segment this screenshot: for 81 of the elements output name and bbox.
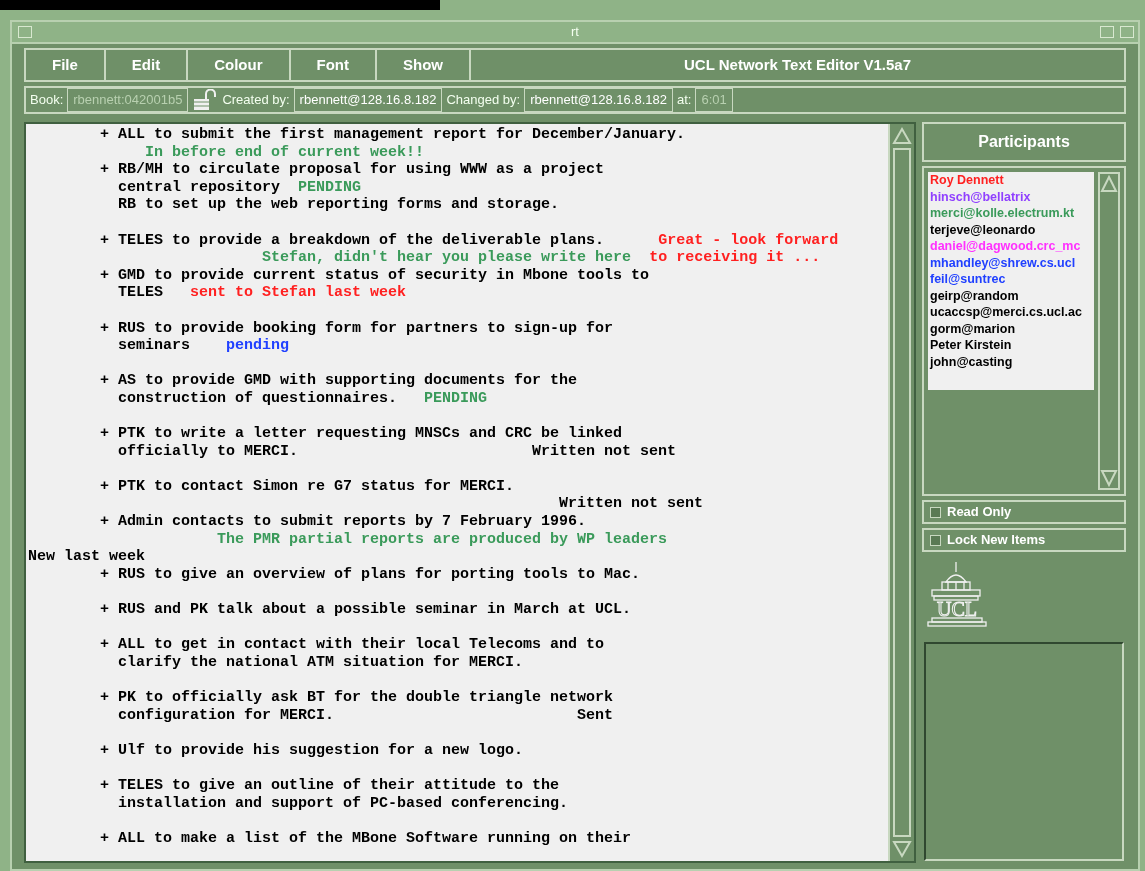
text-field: rbennett:042001b5 — [67, 88, 189, 112]
field-label: Changed by: — [446, 91, 521, 110]
text-line: + RUS and PK talk about a possible seminar in March at UCL. — [100, 601, 632, 619]
text-line: + RB/MH to circulate proposal for using WWW as a project — [100, 161, 605, 179]
text-line: + RUS to give an overview of plans for porting tools to Mac. — [100, 565, 641, 583]
scroll-thumb[interactable] — [893, 148, 911, 837]
checkbox-label: Read Only — [947, 503, 1012, 522]
text-field[interactable]: rbennett@128.16.8.182 — [293, 88, 443, 112]
field-label: Book: — [30, 91, 64, 110]
participant-name[interactable]: john@casting — [928, 353, 1094, 370]
text-line: + PK to officially ask BT for the double triangle network — [100, 689, 614, 706]
scroll-up-icon[interactable] — [1100, 174, 1118, 194]
field-label: Created by: — [222, 91, 290, 110]
text-field[interactable]: rbennett@128.16.8.182 — [524, 88, 673, 112]
text-line: central repository — [118, 178, 281, 196]
text-line: clarify the national ATM situation for MERCI. — [118, 653, 524, 671]
text-line: + PTK to contact Simon re G7 status for MERCI. — [100, 477, 515, 495]
participant-name[interactable]: feil@suntrec — [928, 271, 1094, 288]
scroll-up-icon[interactable] — [892, 126, 912, 146]
scrollbar[interactable] — [1098, 172, 1120, 490]
menu-item[interactable]: Font — [290, 50, 377, 80]
text-editor[interactable] — [24, 122, 916, 863]
text-line: Stefan, didn't hear you please write here — [262, 249, 632, 267]
participant-name[interactable]: hinsch@bellatrix — [928, 188, 1094, 205]
text-line: PENDING — [424, 389, 488, 407]
checkbox[interactable] — [930, 506, 941, 518]
text-line: The PMR partial reports are produced by WP leaders — [217, 530, 668, 548]
text-line: New last week — [28, 548, 146, 566]
text-line: + PTK to write a letter requesting MNSCs and CRC be linked — [100, 425, 623, 443]
menu-item[interactable]: Edit — [105, 50, 189, 80]
text-line: PENDING — [298, 178, 362, 196]
participant-name[interactable]: ucaccsp@merci.cs.ucl.ac — [928, 304, 1094, 321]
participants-heading: Participants — [922, 122, 1126, 162]
text-line: In before end of current week!! — [145, 143, 425, 161]
text-field: 6:01 — [695, 88, 733, 112]
checkbox-label: Lock New Items — [947, 531, 1046, 550]
text-line: construction of questionnaires. — [118, 389, 398, 407]
participant-name[interactable]: terjeve@leonardo — [928, 221, 1094, 238]
text-line: sent to Stefan last week — [190, 284, 407, 302]
text-line: Great - look forward — [658, 231, 839, 249]
ucl-logo: UCL — [926, 560, 990, 632]
field-label: at: — [676, 91, 692, 110]
text-line: officially to MERCI. Written not sent — [118, 442, 677, 460]
scroll-down-icon[interactable] — [892, 839, 912, 859]
window-title: rt — [571, 23, 579, 42]
scrollbar[interactable] — [888, 124, 914, 861]
participant-name[interactable]: Roy Dennett — [928, 172, 1094, 189]
text-line: + TELES to give an outline of their attitude to the — [100, 776, 560, 794]
menu-item[interactable]: Colour — [188, 50, 291, 80]
menu-item[interactable]: File — [26, 50, 106, 80]
text-line: Written not sent — [559, 495, 704, 513]
scroll-down-icon[interactable] — [1100, 468, 1118, 488]
participant-name[interactable]: merci@kolle.electrum.kt — [928, 205, 1094, 222]
text-line: + Ulf to provide his suggestion for a new logo. — [100, 741, 524, 759]
text-line: seminars — [118, 337, 191, 355]
app-title: UCL Network Text Editor V1.5a7 — [684, 54, 911, 75]
text-line: TELES — [118, 284, 164, 302]
text-line: pending — [226, 337, 290, 355]
text-line: + GMD to provide current status of security in Mbone tools to — [100, 266, 650, 284]
participant-name[interactable]: geirp@random — [928, 287, 1094, 304]
window-menu-button[interactable] — [18, 26, 32, 38]
text-line: installation and support of PC-based conferencing. — [118, 794, 569, 812]
participant-name[interactable]: daniel@dagwood.crc_mc — [928, 238, 1094, 255]
text-line: + RUS to provide booking form for partners to sign-up for — [100, 319, 614, 337]
text-line: + ALL to submit the first management report for December/January. — [100, 126, 686, 143]
text-line: RB to set up the web reporting forms and storage. — [118, 196, 560, 214]
text-line: + AS to provide GMD with supporting documents for the — [100, 372, 578, 390]
text-line: + Admin contacts to submit reports by 7 February 1996. — [100, 513, 587, 531]
participant-name[interactable]: Peter Kirstein — [928, 337, 1094, 354]
text-line: + ALL to make a list of the MBone Software running on their — [100, 829, 632, 847]
open-padlock-icon[interactable] — [192, 89, 219, 111]
text-line: + TELES to provide a breakdown of the deliverable plans. — [100, 231, 605, 249]
maximize-button[interactable] — [1120, 26, 1134, 38]
participant-name[interactable]: gorm@marion — [928, 320, 1094, 337]
text-line: configuration for MERCI. Sent — [118, 706, 614, 724]
text-line: + ALL to get in contact with their local Telecoms and to — [100, 636, 605, 654]
participant-name[interactable]: mhandley@shrew.cs.ucl — [928, 254, 1094, 271]
text-line: to receiving it ... — [649, 249, 821, 267]
minimize-button[interactable] — [1100, 26, 1114, 38]
menu-item[interactable]: Show — [377, 50, 471, 80]
checkbox[interactable] — [930, 534, 941, 546]
